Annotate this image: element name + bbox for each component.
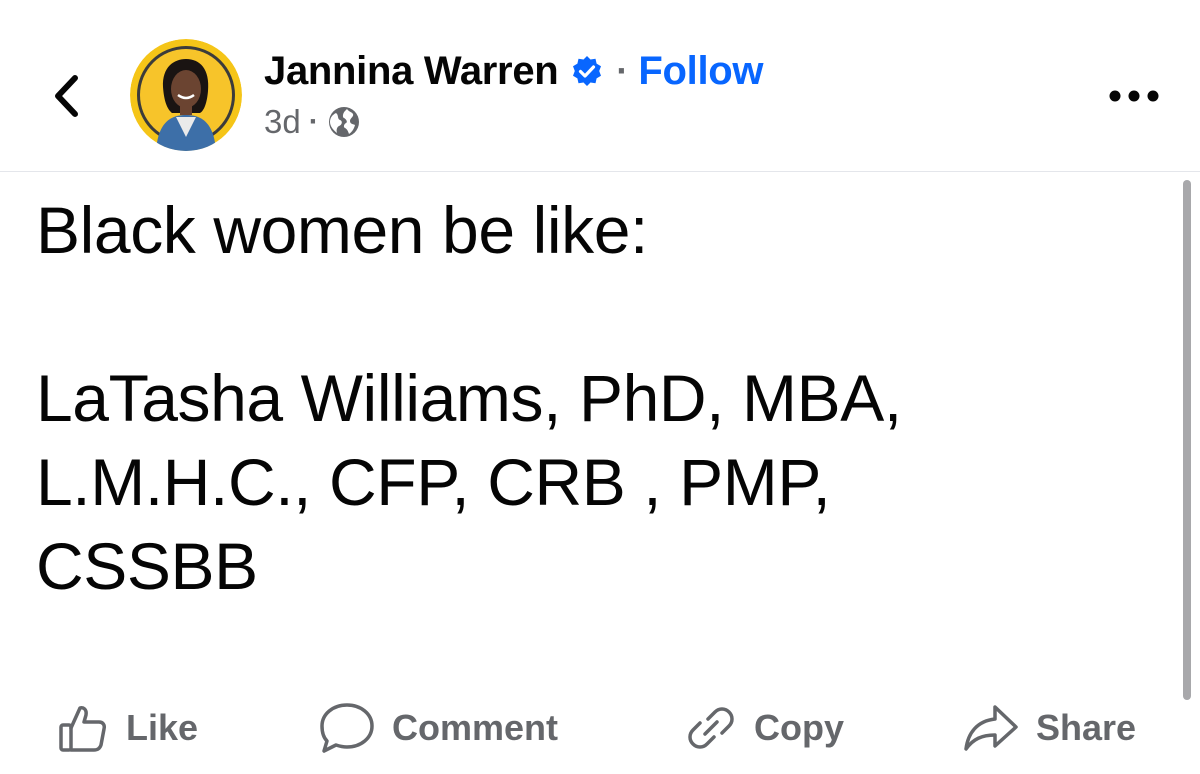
back-button[interactable]: [44, 70, 88, 122]
post-meta: 3d ·: [264, 102, 361, 142]
avatar-image: [130, 39, 242, 151]
post-text-line: L.M.H.C., CFP, CRB , PMP,: [36, 445, 831, 519]
like-label: Like: [126, 707, 199, 748]
share-arrow-icon: [964, 705, 1018, 751]
share-label: Share: [1036, 707, 1137, 748]
action-bar: Like Comment Copy Share: [0, 690, 1200, 774]
verified-badge-icon: [570, 54, 604, 88]
post-text-line: LaTasha Williams, PhD, MBA,: [36, 361, 902, 435]
share-button[interactable]: Share: [962, 698, 1136, 758]
avatar[interactable]: [130, 39, 242, 151]
copy-label: Copy: [754, 707, 844, 748]
post-header: Jannina Warren · Follow 3d ·: [0, 0, 1200, 172]
follow-button[interactable]: Follow: [638, 49, 763, 94]
scrollbar[interactable]: [1183, 180, 1191, 700]
post-body: Black women be like: LaTasha Williams, P…: [36, 188, 1156, 608]
post-text-line: Black women be like:: [36, 193, 648, 267]
author-row: Jannina Warren · Follow: [264, 46, 764, 96]
more-options-button[interactable]: [1104, 76, 1164, 116]
meta-separator: ·: [308, 105, 319, 138]
more-horizontal-icon: [1109, 90, 1159, 102]
comment-label: Comment: [392, 707, 559, 748]
link-icon: [688, 707, 734, 749]
post-text-line: CSSBB: [36, 529, 258, 603]
author-name[interactable]: Jannina Warren: [264, 49, 559, 94]
comment-button[interactable]: Comment: [318, 698, 558, 758]
thumbs-up-icon: [59, 706, 106, 752]
like-button[interactable]: Like: [56, 698, 198, 758]
post-timestamp[interactable]: 3d: [264, 103, 301, 141]
chevron-left-icon: [55, 75, 78, 117]
follow-separator: ·: [616, 50, 629, 91]
globe-icon: [327, 105, 361, 139]
copy-button[interactable]: Copy: [684, 698, 844, 758]
post-text-line: [36, 272, 1156, 356]
comment-bubble-icon: [320, 703, 374, 753]
